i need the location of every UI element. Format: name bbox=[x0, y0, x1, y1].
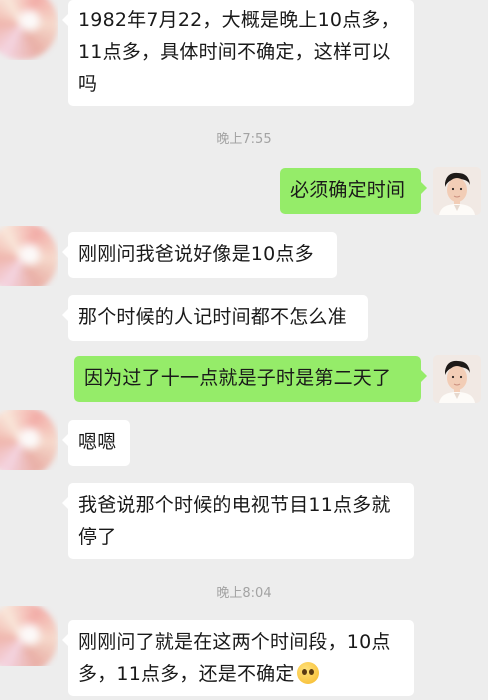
message-bubble-received[interactable]: 刚刚问我爸说好像是10点多 bbox=[62, 232, 337, 278]
user-avatar[interactable] bbox=[433, 355, 481, 403]
message-text: 嗯嗯 bbox=[78, 431, 117, 453]
message-text: 那个时候的人记时间都不怎么准 bbox=[78, 306, 347, 328]
message-bubble-received[interactable]: 我爸说那个时候的电视节目11点多就停了 bbox=[62, 483, 414, 559]
contact-avatar[interactable] bbox=[0, 0, 58, 60]
message-timestamp: 晚上8:04 bbox=[216, 586, 272, 601]
message-text: 刚刚问了就是在这两个时间段，10点多，11点多，还是不确定 bbox=[78, 631, 391, 685]
contact-avatar[interactable] bbox=[0, 226, 58, 286]
user-avatar-photo bbox=[433, 355, 481, 403]
message-text: 必须确定时间 bbox=[290, 179, 406, 201]
flushed-face-icon bbox=[296, 662, 319, 684]
user-avatar-photo bbox=[433, 167, 481, 215]
message-text: 因为过了十一点就是子时是第二天了 bbox=[84, 367, 392, 389]
message-timestamp: 晚上7:55 bbox=[216, 132, 272, 147]
message-bubble-received[interactable]: 嗯嗯 bbox=[62, 420, 130, 466]
message-text: 我爸说那个时候的电视节目11点多就停了 bbox=[78, 494, 391, 548]
message-bubble-sent[interactable]: 因为过了十一点就是子时是第二天了 bbox=[74, 356, 427, 402]
message-bubble-received[interactable]: 1982年7月22，大概是晚上10点多，11点多，具体时间不确定，这样可以吗 bbox=[62, 0, 414, 106]
user-avatar[interactable] bbox=[433, 167, 481, 215]
contact-avatar[interactable] bbox=[0, 606, 58, 666]
message-bubble-received[interactable]: 刚刚问了就是在这两个时间段，10点多，11点多，还是不确定 bbox=[62, 620, 414, 696]
message-text: 1982年7月22，大概是晚上10点多，11点多，具体时间不确定，这样可以吗 bbox=[78, 9, 400, 95]
message-text: 刚刚问我爸说好像是10点多 bbox=[78, 243, 314, 265]
contact-avatar[interactable] bbox=[0, 410, 58, 470]
message-bubble-sent[interactable]: 必须确定时间 bbox=[280, 168, 427, 214]
message-bubble-received[interactable]: 那个时候的人记时间都不怎么准 bbox=[62, 295, 368, 341]
